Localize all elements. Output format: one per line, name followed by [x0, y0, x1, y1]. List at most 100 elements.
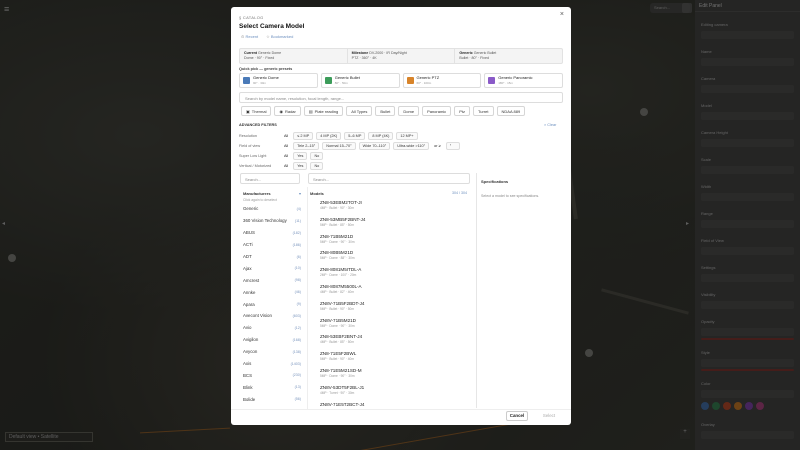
manufacturer-item[interactable]: ADT (6) — [241, 251, 303, 263]
manufacturer-list: Generic (4) 360 Vision Technology (11) ABUS (… — [241, 203, 303, 405]
model-item[interactable]: ZN8-71E5F2BWL 5MP · Bullet · 90° · 40m — [320, 351, 460, 368]
manufacturer-item[interactable]: Avigilon (168) — [241, 334, 303, 346]
manufacturer-item[interactable]: 360 Vision Technology (11) — [241, 215, 303, 227]
manufacturer-item[interactable]: Generic (4) — [241, 203, 303, 215]
type-filter-row: ▣ Thermal ◉ Radar ▤ Plate reading All Types Bul… — [241, 106, 526, 116]
quick-pick-generic-bullet[interactable]: Generic Bullet 80° · 50m — [320, 73, 400, 88]
type-chip-radar[interactable]: ◉ Radar — [274, 106, 301, 116]
divider — [476, 173, 477, 408]
quick-pick-name: Generic Dome — [253, 75, 279, 80]
manufacturer-item[interactable]: BCS (230) — [241, 369, 303, 381]
manufacturer-name: ADT — [243, 254, 252, 259]
manufacturer-item[interactable]: Amcrest (98) — [241, 274, 303, 286]
model-spec: 4MP · Bullet · 90° · 30m — [320, 206, 354, 210]
manufacturer-item[interactable]: Bolide (56) — [241, 393, 303, 405]
model-item[interactable]: ZN8-71B5M21D 5MP · Dome · 90° · 30m — [320, 234, 460, 251]
filter-option[interactable]: 4 MP (2K) — [316, 132, 342, 140]
tab-recent[interactable]: ⊙ Recent — [241, 34, 258, 39]
current-selection-cell: Generic Generic Bullet Bullet · 80° · Fix… — [455, 49, 562, 63]
manufacturer-count: (56) — [294, 397, 301, 402]
model-item[interactable]: ZN8V-71B5M21D 5MP · Dome · 90° · 30m — [320, 318, 460, 335]
filter-option-all[interactable]: All — [282, 134, 290, 138]
manufacturer-item[interactable]: Axis (1403) — [241, 358, 303, 370]
current-selection-label: Generic — [459, 51, 473, 55]
manufacturer-item[interactable]: Annke (46) — [241, 286, 303, 298]
type-chip-plate-reading[interactable]: ▤ Plate reading — [303, 106, 344, 116]
filter-option[interactable]: Wide 70–110° — [358, 142, 391, 150]
current-selection-label: Milestone — [351, 51, 369, 55]
current-selection-detail: PTZ · 360° · 4K — [351, 56, 377, 60]
filter-option[interactable]: 12 MP+ — [396, 132, 418, 140]
tab-bookmarked[interactable]: ☆ Bookmarked — [266, 34, 293, 39]
manufacturer-item[interactable]: Avecont Vision (603) — [241, 310, 303, 322]
filter-option[interactable]: ≤ 2 MP — [293, 132, 314, 140]
specifications-hint: Select a model to see specifications. — [481, 194, 540, 198]
dialog-section-label: § CATALOG — [239, 15, 264, 20]
type-chip-label: Turret — [477, 108, 489, 114]
manufacturer-name: Generic — [243, 206, 259, 212]
type-chip-turret[interactable]: Turret — [472, 106, 494, 116]
filter-option[interactable]: No — [310, 162, 324, 170]
quick-pick-name: Generic Panoramic — [498, 75, 533, 80]
manufacturer-count: (168) — [292, 337, 301, 342]
manufacturer-item[interactable]: Blink (13) — [241, 381, 303, 393]
model-item[interactable]: ZN8V-71B5F2BDT-J4 5MP · Bullet · 90° · 50… — [320, 301, 460, 318]
filter-option[interactable]: Yes — [293, 152, 308, 160]
advanced-filters-label: ADVANCED FILTERS — [239, 123, 277, 127]
current-selection-value: DV-2000 · IR Day/Night — [369, 51, 407, 55]
clear-filters-link[interactable]: × Clear — [544, 123, 556, 127]
model-item[interactable]: ZN8-53MB5F2BNT-J4 5MP · Bullet · 85° · 50… — [320, 217, 460, 234]
type-chip-ptz[interactable]: Ptz — [454, 106, 470, 116]
manufacturer-item[interactable]: Apara (9) — [241, 298, 303, 310]
filter-option-all[interactable]: All — [282, 144, 290, 148]
type-chip-label: Plate reading — [314, 108, 339, 114]
type-chip-all-types[interactable]: All Types — [346, 106, 373, 116]
filter-option-all[interactable]: All — [282, 164, 290, 168]
manufacturer-item[interactable]: Avio (12) — [241, 322, 303, 334]
type-chip-label: Ptz — [459, 108, 465, 114]
quick-pick-generic-dome[interactable]: Generic Dome 90° · 30m — [239, 73, 318, 88]
filter-option[interactable]: No — [310, 152, 324, 160]
select-button[interactable]: Select — [537, 411, 561, 421]
quick-pick-generic-panoramic[interactable]: Generic Panoramic 180° · 15m — [484, 73, 563, 88]
model-item[interactable]: ZN8V-53DT5F2BL-J1 4MP · Turret · 90° · 30… — [320, 385, 460, 402]
type-chip-thermal[interactable]: ▣ Thermal — [241, 106, 272, 116]
type-chip-dome[interactable]: Dome — [398, 106, 420, 116]
manufacturer-search-input[interactable]: Search... — [240, 173, 300, 184]
close-icon[interactable]: × — [560, 11, 564, 18]
manufacturer-item[interactable]: ACTi (186) — [241, 239, 303, 251]
filter-option[interactable]: Ultra-wide >110° — [393, 142, 430, 150]
cancel-button[interactable]: Cancel — [506, 411, 528, 421]
model-item[interactable]: ZN8-53EBF2BNT-J4 4MP · Bullet · 85° · 50m — [320, 334, 460, 351]
manufacturers-sort[interactable]: ▾ — [299, 191, 301, 196]
model-item[interactable]: ZN8-8087M5500L-A 4MP · Bullet · 82° · 40m — [320, 284, 460, 301]
type-chip-ndaa-889[interactable]: NDAA 889 — [496, 106, 526, 116]
type-chip-panoramic[interactable]: Panoramic — [422, 106, 452, 116]
manufacturer-name: Avio — [243, 325, 252, 331]
filter-option[interactable]: Yes — [293, 162, 308, 170]
model-item[interactable]: ZN8-53EBM2TOT-JI 4MP · Bullet · 90° · 30m — [320, 200, 460, 217]
filter-option[interactable]: 8 MP (4K) — [368, 132, 394, 140]
model-list: ZN8-53EBM2TOT-JI 4MP · Bullet · 90° · 30m… — [320, 200, 460, 407]
manufacturer-item[interactable]: Avycon (138) — [241, 346, 303, 358]
type-chip-label: Dome — [403, 108, 415, 114]
filter-option[interactable]: Tele 2–15° — [293, 142, 320, 150]
filter-label: Resolution — [239, 134, 257, 138]
manufacturer-item[interactable]: Ajax (10) — [241, 262, 303, 274]
filter-option-all[interactable]: All — [282, 154, 290, 158]
type-chip-bullet[interactable]: Bullet — [375, 106, 396, 116]
model-spec: 4MP · Turret · 90° · 30m — [320, 390, 355, 395]
model-item[interactable]: ZN8-71E5M21SD-M 5MP · Dome · 90° · 30m — [320, 368, 460, 385]
manufacturer-item[interactable]: ABUS (182) — [241, 227, 303, 239]
manufacturer-name: Avecont Vision — [243, 313, 272, 319]
model-item[interactable]: ZN8V-71E5T2BCT-J45MP · Turret · 88° · 40… — [320, 402, 460, 407]
model-search-input[interactable]: Search by model name, resolution, focal … — [239, 92, 563, 103]
model-item[interactable]: ZN8-8081M5ITDL-A 2MP · Dome · 100° · 20m — [320, 267, 460, 284]
model-list-search-input[interactable]: Search... — [308, 173, 470, 184]
quick-pick-generic-ptz[interactable]: Generic PTZ 60° · 100m — [402, 73, 482, 88]
model-item[interactable]: ZN8-80B5M21D 5MP · Dome · 88° · 30m — [320, 250, 460, 267]
manufacturer-count: (13) — [294, 385, 301, 390]
fov-min-input[interactable]: ° — [445, 142, 460, 150]
filter-option[interactable]: Normal 15–70° — [322, 142, 356, 150]
filter-option[interactable]: 5–6 MP — [344, 132, 366, 140]
